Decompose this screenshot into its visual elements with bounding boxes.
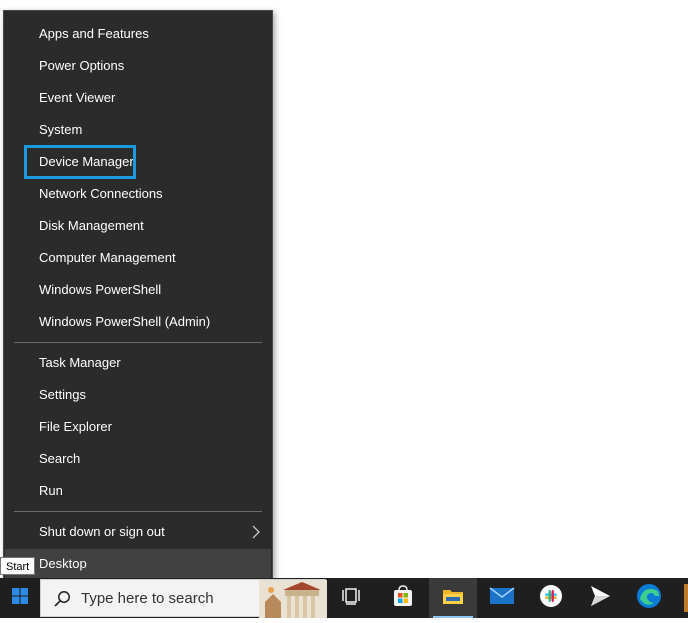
mail-button[interactable]	[478, 578, 526, 618]
search-icon	[53, 590, 71, 613]
menu-item-computer-management[interactable]: Computer Management	[5, 243, 271, 273]
send-arrow-icon	[588, 584, 612, 613]
edge-browser-icon	[636, 583, 662, 614]
menu-item-task-manager[interactable]: Task Manager	[5, 348, 271, 378]
start-button[interactable]	[0, 578, 40, 618]
menu-item-desktop[interactable]: Desktop	[5, 549, 271, 579]
mail-icon	[489, 586, 515, 611]
power-user-menu: Apps and Features Power Options Event Vi…	[3, 10, 273, 588]
windows-logo-icon	[12, 587, 28, 609]
menu-item-run[interactable]: Run	[5, 476, 271, 506]
folder-icon	[441, 585, 465, 612]
menu-item-windows-powershell-admin[interactable]: Windows PowerShell (Admin)	[5, 307, 271, 337]
slack-button[interactable]	[527, 578, 575, 618]
file-explorer-button[interactable]	[429, 578, 477, 618]
menu-item-file-explorer[interactable]: File Explorer	[5, 412, 271, 442]
menu-item-device-manager[interactable]: Device Manager	[5, 147, 271, 177]
microsoft-store-icon	[391, 584, 415, 613]
edge-button[interactable]	[625, 578, 673, 618]
menu-item-windows-powershell[interactable]: Windows PowerShell	[5, 275, 271, 305]
menu-item-network-connections[interactable]: Network Connections	[5, 179, 271, 209]
taskbar: Type here to search	[0, 578, 688, 618]
overflow-app-edge	[684, 584, 688, 612]
chevron-right-icon	[250, 517, 262, 547]
search-placeholder: Type here to search	[81, 590, 214, 607]
menu-item-label: Shut down or sign out	[39, 524, 165, 539]
start-tooltip: Start	[0, 557, 36, 575]
microsoft-store-button[interactable]	[379, 578, 427, 618]
menu-item-search[interactable]: Search	[5, 444, 271, 474]
menu-separator	[14, 511, 262, 512]
menu-item-system[interactable]: System	[5, 115, 271, 145]
menu-separator	[14, 342, 262, 343]
menu-item-power-options[interactable]: Power Options	[5, 51, 271, 81]
task-view-icon	[341, 586, 363, 611]
menu-item-settings[interactable]: Settings	[5, 380, 271, 410]
menu-item-apps-and-features[interactable]: Apps and Features	[5, 19, 271, 49]
menu-item-shut-down-or-sign-out[interactable]: Shut down or sign out	[5, 517, 271, 547]
menu-item-disk-management[interactable]: Disk Management	[5, 211, 271, 241]
menu-item-event-viewer[interactable]: Event Viewer	[5, 83, 271, 113]
slack-icon	[539, 584, 563, 613]
search-highlight-illustration-icon	[259, 580, 327, 618]
taskbar-search-box[interactable]: Type here to search	[40, 579, 327, 618]
send-app-button[interactable]	[576, 578, 624, 618]
task-view-button[interactable]	[328, 578, 376, 618]
